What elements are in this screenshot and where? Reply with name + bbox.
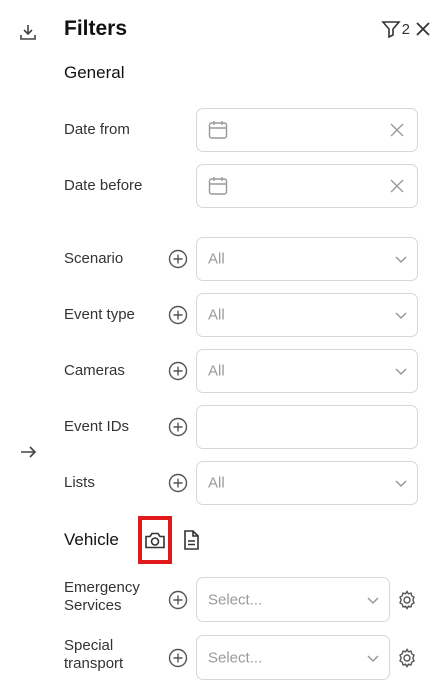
camera-view-button[interactable]: [138, 516, 172, 564]
gear-icon: [399, 648, 415, 668]
active-filter-count: 2: [401, 20, 410, 38]
close-icon: [416, 22, 430, 36]
lists-value: All: [208, 474, 225, 492]
emergency-services-label-line1: Emergency: [64, 579, 140, 596]
add-event-type-button[interactable]: [167, 304, 189, 326]
header-actions: 2: [380, 18, 434, 40]
cameras-value: All: [208, 362, 225, 380]
lists-label: Lists: [64, 474, 95, 491]
special-transport-label: Special transport: [64, 637, 123, 673]
plus-circle-icon: [168, 249, 188, 269]
arrow-right-icon: [21, 446, 37, 458]
plus-circle-icon: [168, 648, 188, 668]
cameras-label: Cameras: [64, 362, 125, 379]
clear-date-before-button[interactable]: [387, 176, 407, 196]
special-transport-select[interactable]: Select...: [196, 635, 390, 680]
emergency-services-label-line2: Services: [64, 597, 122, 614]
chevron-down-icon: [395, 368, 407, 376]
left-rail: [0, 0, 56, 691]
special-transport-label-line2: transport: [64, 655, 124, 672]
cameras-select[interactable]: All: [196, 349, 418, 393]
filters-panel: Filters 2 General Date from Date before …: [64, 0, 434, 691]
plus-circle-icon: [168, 417, 188, 437]
chevron-down-icon: [395, 256, 407, 264]
date-before-row: Date before: [64, 164, 418, 208]
event-type-value: All: [208, 306, 225, 324]
event-type-label: Event type: [64, 306, 135, 323]
emergency-services-row: Emergency Services Select...: [64, 577, 418, 622]
document-view-button[interactable]: [178, 516, 204, 564]
scenario-value: All: [208, 250, 225, 268]
plus-circle-icon: [168, 473, 188, 493]
special-transport-placeholder: Select...: [208, 649, 263, 666]
plus-circle-icon: [168, 305, 188, 325]
expand-panel-button[interactable]: [16, 440, 40, 464]
emergency-services-label: Emergency Services: [64, 579, 140, 615]
event-ids-label: Event IDs: [64, 418, 130, 435]
close-panel-button[interactable]: [412, 18, 434, 40]
chevron-down-icon: [367, 596, 379, 604]
section-title-general: General: [64, 63, 125, 82]
clear-icon: [390, 123, 404, 137]
add-emergency-services-button[interactable]: [167, 589, 189, 611]
date-from-row: Date from: [64, 108, 418, 152]
special-transport-row: Special transport Select...: [64, 635, 418, 680]
date-before-field[interactable]: [196, 164, 418, 208]
scenario-select[interactable]: All: [196, 237, 418, 281]
special-transport-label-line1: Special: [64, 637, 114, 654]
event-ids-row: Event IDs: [64, 405, 418, 449]
lists-select[interactable]: All: [196, 461, 418, 505]
scenario-row: Scenario All: [64, 237, 418, 281]
filter-funnel-icon: [380, 21, 401, 39]
add-event-ids-button[interactable]: [167, 416, 189, 438]
clear-date-from-button[interactable]: [387, 120, 407, 140]
gear-icon: [399, 590, 415, 610]
event-type-select[interactable]: All: [196, 293, 418, 337]
vehicle-mode-icons: [138, 516, 204, 564]
plus-circle-icon: [168, 590, 188, 610]
event-type-row: Event type All: [64, 293, 418, 337]
download-icon: [20, 25, 36, 40]
chevron-down-icon: [395, 312, 407, 320]
emergency-services-settings-button[interactable]: [396, 589, 418, 611]
section-title-vehicle: Vehicle: [64, 530, 119, 549]
camera-icon: [145, 532, 165, 549]
add-scenario-button[interactable]: [167, 248, 189, 270]
date-from-field[interactable]: [196, 108, 418, 152]
calendar-icon: [208, 121, 228, 139]
date-from-label: Date from: [64, 121, 130, 138]
add-lists-button[interactable]: [167, 472, 189, 494]
event-ids-input[interactable]: [196, 405, 418, 449]
download-button[interactable]: [16, 20, 40, 44]
document-icon: [184, 530, 199, 550]
chevron-down-icon: [367, 654, 379, 662]
chevron-down-icon: [395, 480, 407, 488]
plus-circle-icon: [168, 361, 188, 381]
date-before-label: Date before: [64, 177, 143, 194]
calendar-icon: [208, 177, 228, 195]
panel-title: Filters: [64, 17, 128, 40]
active-filters-button[interactable]: 2: [380, 19, 410, 39]
lists-row: Lists All: [64, 461, 418, 505]
add-cameras-button[interactable]: [167, 360, 189, 382]
scenario-label: Scenario: [64, 250, 124, 267]
emergency-services-select[interactable]: Select...: [196, 577, 390, 622]
add-special-transport-button[interactable]: [167, 647, 189, 669]
emergency-services-placeholder: Select...: [208, 591, 263, 608]
special-transport-settings-button[interactable]: [396, 647, 418, 669]
cameras-row: Cameras All: [64, 349, 418, 393]
clear-icon: [390, 179, 404, 193]
